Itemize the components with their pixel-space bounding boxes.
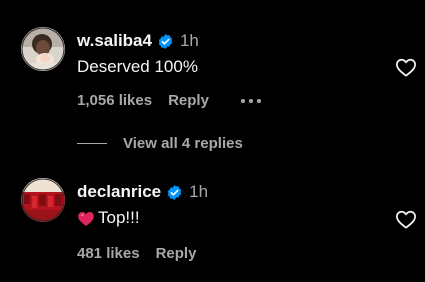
comment-text: Top!!! bbox=[77, 208, 140, 228]
comment-body: Deserved 100% bbox=[77, 57, 198, 76]
comment-actions: 1,056 likes Reply bbox=[77, 92, 261, 109]
verified-badge-icon bbox=[167, 184, 182, 200]
comment-body: Top!!! bbox=[98, 208, 140, 227]
username[interactable]: declanrice bbox=[77, 182, 161, 202]
avatar[interactable] bbox=[21, 27, 65, 71]
like-count[interactable]: 1,056 likes bbox=[77, 92, 152, 109]
heart-emoji-icon bbox=[78, 211, 94, 226]
reply-button[interactable]: Reply bbox=[168, 92, 209, 109]
timestamp: 1h bbox=[189, 182, 209, 201]
timestamp: 1h bbox=[179, 31, 199, 50]
comment-header: w.saliba4 1h bbox=[77, 31, 199, 51]
view-replies-label: View all 4 replies bbox=[123, 135, 243, 152]
view-replies-button[interactable]: View all 4 replies bbox=[77, 135, 243, 152]
profile-photo-icon bbox=[21, 178, 65, 222]
username[interactable]: w.saliba4 bbox=[77, 31, 152, 51]
replies-divider bbox=[77, 143, 107, 144]
heart-outline-icon[interactable] bbox=[395, 57, 417, 77]
like-count[interactable]: 481 likes bbox=[77, 245, 140, 262]
verified-badge-icon bbox=[158, 33, 173, 49]
comment-actions: 481 likes Reply bbox=[77, 245, 196, 262]
reply-button[interactable]: Reply bbox=[156, 245, 197, 262]
comment-header: declanrice 1h bbox=[77, 182, 208, 202]
profile-photo-icon bbox=[21, 27, 65, 71]
comment-text: Deserved 100% bbox=[77, 57, 198, 77]
avatar[interactable] bbox=[21, 178, 65, 222]
heart-outline-icon[interactable] bbox=[395, 209, 417, 229]
more-options-icon[interactable] bbox=[240, 98, 261, 103]
